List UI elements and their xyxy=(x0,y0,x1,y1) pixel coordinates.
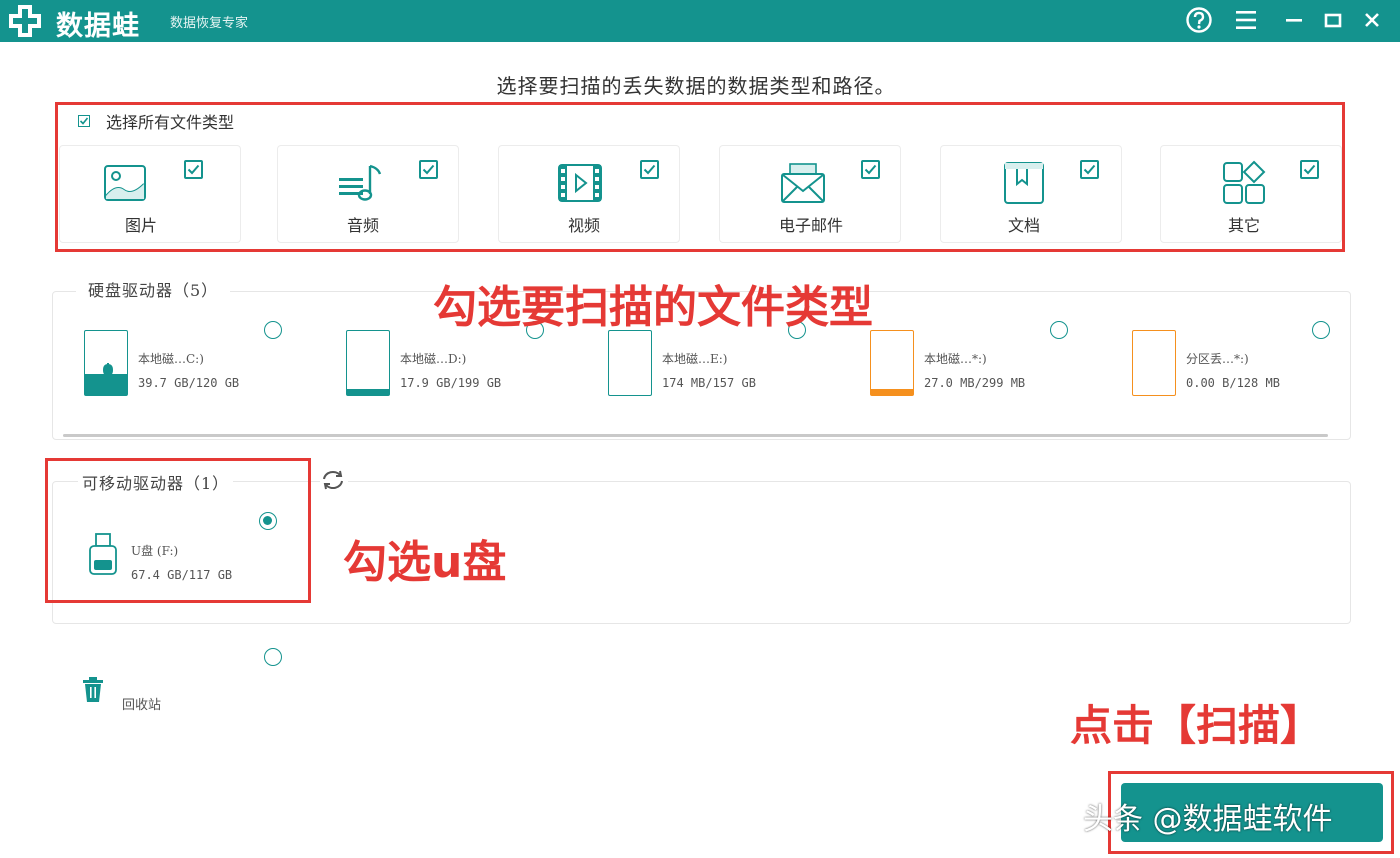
drive-name: 本地磁…C:) xyxy=(138,352,204,366)
select-all-label: 选择所有文件类型 xyxy=(106,113,235,132)
file-type-label: 音频 xyxy=(346,216,379,235)
drive-unknown-radio[interactable] xyxy=(1050,321,1068,339)
drive-size: 27.0 MB/299 MB xyxy=(924,376,1026,390)
file-type-label: 其它 xyxy=(1227,216,1260,235)
hard-drive-icon xyxy=(870,330,914,396)
file-type-card-email[interactable]: 电子邮件 xyxy=(719,145,901,243)
app-subtitle: 数据恢复专家 xyxy=(170,16,249,31)
video-checkbox[interactable] xyxy=(640,160,659,179)
hard-drive-icon xyxy=(84,330,128,396)
file-type-card-image[interactable]: 图片 xyxy=(59,145,241,243)
file-type-card-other[interactable]: 其它 xyxy=(1160,145,1342,243)
hard-drive-icon xyxy=(1132,330,1176,396)
refresh-icon xyxy=(323,470,343,490)
document-icon xyxy=(1004,162,1044,204)
help-icon xyxy=(1186,7,1212,33)
other-icon xyxy=(1223,160,1266,204)
annotation-file-types: 勾选要扫描的文件类型 xyxy=(433,282,873,333)
recycle-bin[interactable] xyxy=(82,677,104,707)
drive-name: 分区丢…*:) xyxy=(1186,352,1249,366)
drive-lost-partition-radio[interactable] xyxy=(1312,321,1330,339)
file-type-label: 视频 xyxy=(567,216,600,235)
email-icon xyxy=(781,163,825,203)
minimize-button[interactable] xyxy=(1278,5,1310,35)
usb-drive-size: 67.4 GB/117 GB xyxy=(131,568,233,582)
close-icon xyxy=(1365,13,1379,27)
recycle-bin-label: 回收站 xyxy=(122,698,162,713)
email-checkbox[interactable] xyxy=(861,160,880,179)
menu-button[interactable] xyxy=(1230,5,1262,35)
file-type-label: 文档 xyxy=(1007,216,1040,235)
title-bar: 数据蛙 数据恢复专家 xyxy=(0,0,1400,42)
drive-size: 17.9 GB/199 GB xyxy=(400,376,502,390)
usb-drive[interactable] xyxy=(88,532,118,576)
annotation-box-file-types xyxy=(55,102,1345,252)
hard-drive-icon xyxy=(346,330,390,396)
usb-drive-name: U盘 (F:) xyxy=(131,544,179,558)
maximize-icon xyxy=(1324,13,1342,28)
hard-drives-legend: 硬盘驱动器（5） xyxy=(76,277,231,301)
hard-drive-icon xyxy=(608,330,652,396)
file-type-card-video[interactable]: 视频 xyxy=(498,145,680,243)
horizontal-scrollbar[interactable] xyxy=(63,434,1328,437)
app-name: 数据蛙 xyxy=(56,11,140,42)
drive-size: 0.00 B/128 MB xyxy=(1186,376,1280,390)
drive-name: 本地磁…D:) xyxy=(400,352,467,366)
help-button[interactable] xyxy=(1183,5,1215,35)
image-icon xyxy=(104,165,146,201)
music-icon xyxy=(339,164,382,201)
file-type-card-document[interactable]: 文档 xyxy=(940,145,1122,243)
file-type-label: 图片 xyxy=(124,216,157,235)
document-checkbox[interactable] xyxy=(1080,160,1099,179)
minimize-icon xyxy=(1286,19,1302,22)
file-type-label: 电子邮件 xyxy=(778,216,843,235)
instruction-text: 选择要扫描的丢失数据的数据类型和路径。 xyxy=(496,74,896,98)
drive-size: 174 MB/157 GB xyxy=(662,376,756,390)
select-all-check-icon xyxy=(78,115,90,127)
close-button[interactable] xyxy=(1356,5,1388,35)
watermark: 头条 @数据蛙软件 xyxy=(1083,802,1333,837)
menu-icon xyxy=(1236,11,1256,29)
drive-name: 本地磁…*:) xyxy=(924,352,987,366)
select-all-checkbox[interactable]: 选择所有文件类型 xyxy=(78,109,234,133)
drive-c-radio[interactable] xyxy=(264,321,282,339)
other-checkbox[interactable] xyxy=(1300,160,1319,179)
drive-name: 本地磁…E:) xyxy=(662,352,728,366)
usb-drive-radio[interactable] xyxy=(259,512,277,530)
maximize-button[interactable] xyxy=(1317,5,1349,35)
usb-drive-icon xyxy=(89,533,117,575)
audio-checkbox[interactable] xyxy=(419,160,438,179)
app-logo-icon xyxy=(9,5,41,37)
video-icon xyxy=(558,164,602,202)
drive-size: 39.7 GB/120 GB xyxy=(138,376,240,390)
annotation-scan: 点击【扫描】 xyxy=(1070,701,1323,750)
refresh-button[interactable] xyxy=(320,468,348,492)
recycle-bin-radio[interactable] xyxy=(264,648,282,666)
file-type-card-audio[interactable]: 音频 xyxy=(277,145,459,243)
trash-icon xyxy=(83,677,103,702)
image-checkbox[interactable] xyxy=(184,160,203,179)
annotation-usb: 勾选u盘 xyxy=(343,537,507,588)
